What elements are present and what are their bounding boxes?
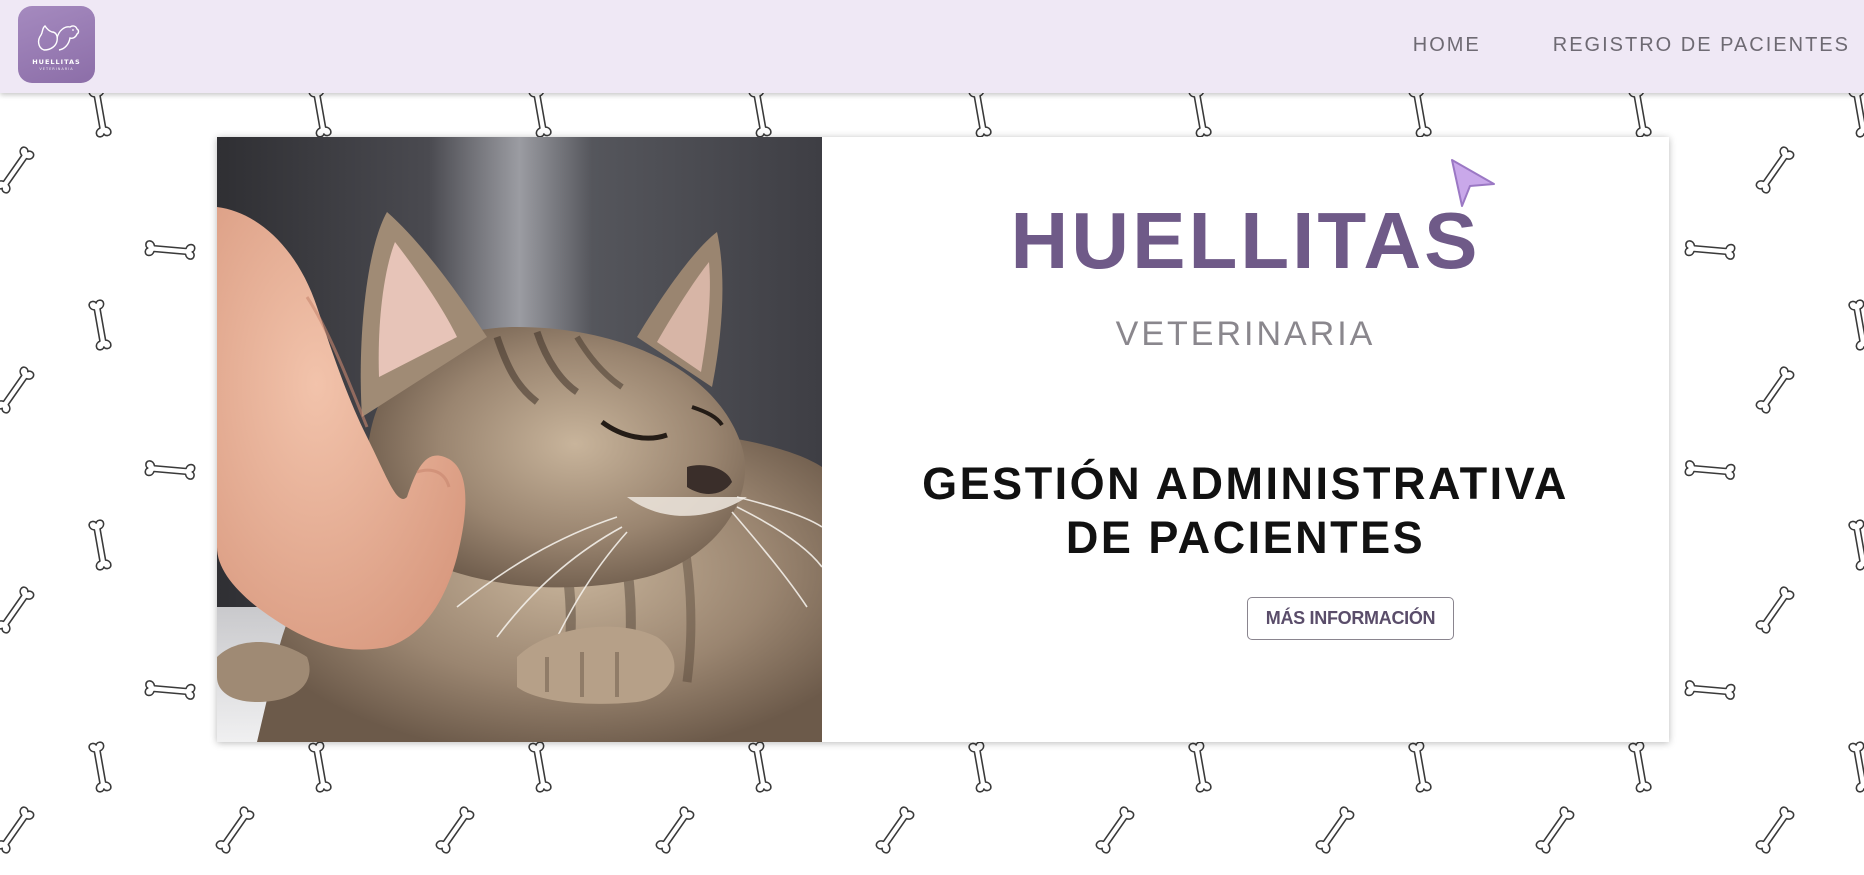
hero-brand-subtitle: VETERINARIA (1115, 315, 1376, 353)
bone-icon (1754, 144, 1796, 196)
bone-icon (1684, 459, 1736, 481)
bone-icon (1627, 85, 1653, 139)
hero-heading-line2: DE PACIENTES (1065, 512, 1426, 563)
bone-icon (1407, 740, 1433, 794)
bone-icon (144, 679, 196, 701)
bone-icon (967, 740, 993, 794)
bone-icon (1314, 804, 1356, 856)
hero-card: HUELLITAS VETERINARIA GESTIÓN ADMINISTRA… (217, 137, 1669, 742)
bone-icon (874, 804, 916, 856)
bone-icon (747, 740, 773, 794)
bone-icon (307, 740, 333, 794)
bone-icon (1847, 298, 1864, 352)
bone-icon (1407, 85, 1433, 139)
bone-icon (144, 459, 196, 481)
bone-icon (527, 740, 553, 794)
bone-icon (0, 804, 36, 856)
hero-brand-title: HUELLITAS (1010, 196, 1481, 285)
bone-icon (87, 85, 113, 139)
bone-icon (1754, 364, 1796, 416)
bone-icon (0, 584, 36, 636)
bone-icon (0, 364, 36, 416)
cursor-pointer-icon (1451, 159, 1495, 207)
bone-icon (214, 804, 256, 856)
bone-icon (307, 85, 333, 139)
bone-icon (1534, 804, 1576, 856)
more-info-button[interactable]: MÁS INFORMACIÓN (1247, 597, 1454, 640)
logo-text: HUELLITAS (32, 58, 81, 66)
dog-cat-icon (37, 25, 79, 51)
logo-subtext: VETERINARIA (39, 67, 74, 71)
bone-icon (1847, 85, 1864, 139)
hero-heading: GESTIÓN ADMINISTRATIVA DE PACIENTES (822, 457, 1669, 565)
bone-icon (87, 740, 113, 794)
bone-icon (144, 239, 196, 261)
top-navbar: HUELLITAS VETERINARIA HOME REGISTRO DE P… (0, 0, 1864, 93)
hero-heading-line1: GESTIÓN ADMINISTRATIVA (922, 458, 1569, 509)
hero-content: HUELLITAS VETERINARIA GESTIÓN ADMINISTRA… (822, 137, 1669, 742)
bone-icon (1627, 740, 1653, 794)
bone-icon (0, 144, 36, 196)
bone-icon (1847, 518, 1864, 572)
bone-icon (1754, 804, 1796, 856)
bone-icon (527, 85, 553, 139)
bone-icon (434, 804, 476, 856)
bone-icon (1187, 85, 1213, 139)
bone-icon (967, 85, 993, 139)
nav-patient-registry-link[interactable]: REGISTRO DE PACIENTES (1553, 34, 1850, 57)
bone-icon (1187, 740, 1213, 794)
nav-home-link[interactable]: HOME (1413, 34, 1481, 57)
cat-photo (217, 137, 822, 742)
brand-logo[interactable]: HUELLITAS VETERINARIA (18, 6, 95, 83)
bone-icon (747, 85, 773, 139)
bone-icon (1094, 804, 1136, 856)
bone-icon (1847, 740, 1864, 794)
bone-icon (87, 298, 113, 352)
bone-icon (654, 804, 696, 856)
bone-icon (1754, 584, 1796, 636)
bone-icon (1684, 679, 1736, 701)
bone-icon (87, 518, 113, 572)
bone-icon (1684, 239, 1736, 261)
main-nav: HOME REGISTRO DE PACIENTES (1413, 0, 1850, 90)
